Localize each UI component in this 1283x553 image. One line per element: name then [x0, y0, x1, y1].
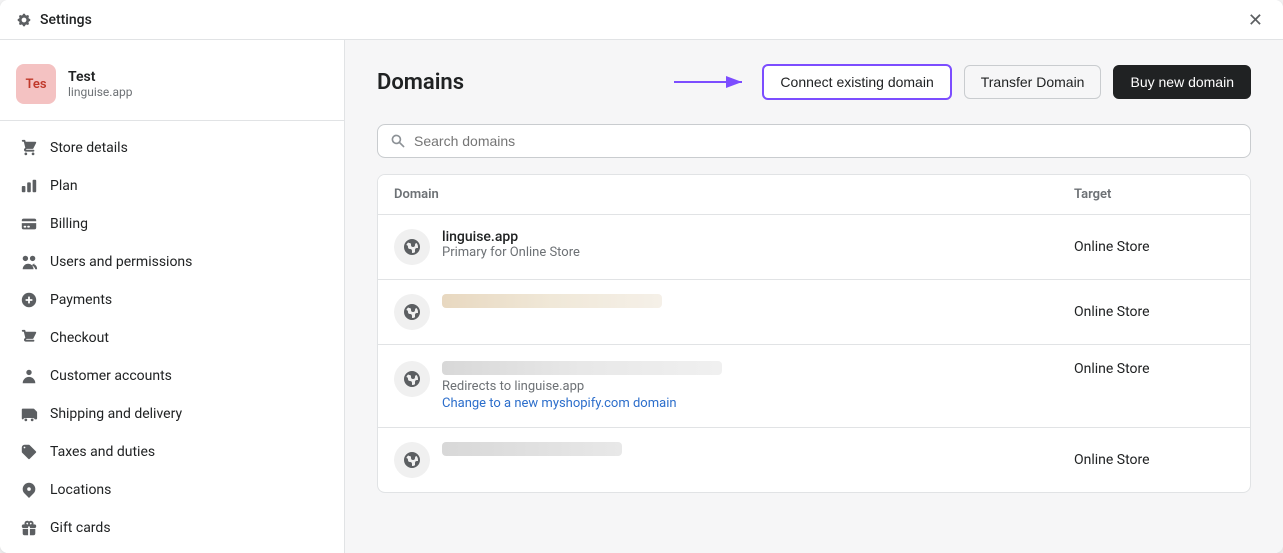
transfer-domain-button[interactable]: Transfer Domain [964, 65, 1102, 99]
domains-table: Domain Target linguise.app Primary fo [377, 174, 1251, 493]
table-row[interactable]: Online Store [378, 280, 1250, 345]
blurred-domain-bar-gray [442, 361, 722, 375]
avatar: Tes [16, 64, 56, 104]
billing-icon [20, 215, 38, 233]
domain-cell [394, 294, 1074, 330]
search-input[interactable] [414, 133, 1238, 149]
table-row[interactable]: Redirects to linguise.app Change to a ne… [378, 345, 1250, 428]
title-bar-title: Settings [40, 12, 92, 28]
sidebar-item-label: Store details [50, 140, 128, 156]
plan-icon [20, 177, 38, 195]
close-button[interactable]: ✕ [1244, 7, 1267, 33]
user-name: Test [68, 69, 132, 85]
domain-cell: Redirects to linguise.app Change to a ne… [394, 361, 1074, 411]
domain-cell [394, 442, 1074, 478]
store-icon [20, 139, 38, 157]
sidebar-item-label: Users and permissions [50, 254, 192, 270]
blurred-domain-bar [442, 294, 662, 308]
domain-info [442, 442, 622, 456]
table-row[interactable]: linguise.app Primary for Online Store On… [378, 215, 1250, 280]
page-header: Domains Connect existing [377, 64, 1251, 100]
users-icon [20, 253, 38, 271]
domain-name: linguise.app [442, 229, 580, 245]
globe-icon [402, 302, 422, 322]
checkout-icon [20, 329, 38, 347]
gift-icon [20, 519, 38, 537]
sidebar-item-users-permissions[interactable]: Users and permissions [0, 243, 344, 281]
target-cell: Online Store [1074, 361, 1234, 377]
target-cell: Online Store [1074, 304, 1234, 320]
arrow-annotation [670, 70, 750, 94]
sidebar-item-billing[interactable]: Billing [0, 205, 344, 243]
search-container [377, 124, 1251, 158]
search-icon [390, 133, 406, 149]
domain-info: Redirects to linguise.app Change to a ne… [442, 361, 722, 411]
gear-icon [16, 12, 32, 28]
taxes-icon [20, 443, 38, 461]
sidebar-item-shipping-delivery[interactable]: Shipping and delivery [0, 395, 344, 433]
shipping-icon [20, 405, 38, 423]
buy-new-domain-button[interactable]: Buy new domain [1113, 65, 1251, 99]
sidebar-item-locations[interactable]: Locations [0, 471, 344, 509]
sidebar-item-label: Billing [50, 216, 88, 232]
sidebar-item-label: Plan [50, 178, 78, 194]
globe-icon-wrapper [394, 294, 430, 330]
sidebar-item-store-details[interactable]: Store details [0, 129, 344, 167]
sidebar-item-markets[interactable]: Markets [0, 547, 344, 553]
user-domain: linguise.app [68, 85, 132, 99]
user-info: Test linguise.app [68, 69, 132, 99]
sidebar-item-plan[interactable]: Plan [0, 167, 344, 205]
sidebar-item-checkout[interactable]: Checkout [0, 319, 344, 357]
sidebar-item-label: Taxes and duties [50, 444, 155, 460]
customer-icon [20, 367, 38, 385]
column-header-domain: Domain [394, 187, 1074, 202]
table-header: Domain Target [378, 175, 1250, 215]
arrow-icon [670, 70, 750, 94]
change-domain-link[interactable]: Change to a new myshopify.com domain [442, 396, 722, 411]
globe-icon-wrapper [394, 229, 430, 265]
payments-icon [20, 291, 38, 309]
target-cell: Online Store [1074, 239, 1234, 255]
globe-icon [402, 369, 422, 389]
sidebar-item-label: Customer accounts [50, 368, 172, 384]
domain-sub-text: Primary for Online Store [442, 245, 580, 260]
sidebar-item-label: Shipping and delivery [50, 406, 182, 422]
target-cell: Online Store [1074, 452, 1234, 468]
domain-info [442, 294, 662, 308]
title-bar: Settings ✕ [0, 0, 1283, 40]
domain-cell: linguise.app Primary for Online Store [394, 229, 1074, 265]
column-header-target: Target [1074, 187, 1234, 202]
sidebar-item-label: Gift cards [50, 520, 111, 536]
sidebar-item-payments[interactable]: Payments [0, 281, 344, 319]
sidebar-item-label: Checkout [50, 330, 109, 346]
locations-icon [20, 481, 38, 499]
content-area: Domains Connect existing [345, 40, 1283, 553]
globe-icon [402, 450, 422, 470]
table-row[interactable]: Online Store [378, 428, 1250, 492]
connect-existing-domain-button[interactable]: Connect existing domain [762, 64, 951, 100]
user-section: Tes Test linguise.app [0, 56, 344, 121]
globe-icon [402, 237, 422, 257]
sidebar-item-label: Payments [50, 292, 112, 308]
sidebar-item-customer-accounts[interactable]: Customer accounts [0, 357, 344, 395]
sidebar-item-taxes-duties[interactable]: Taxes and duties [0, 433, 344, 471]
redirect-text: Redirects to linguise.app [442, 379, 722, 394]
globe-icon-wrapper [394, 442, 430, 478]
header-actions: Connect existing domain Transfer Domain … [670, 64, 1251, 100]
blurred-domain-bar-short [442, 442, 622, 456]
sidebar-item-gift-cards[interactable]: Gift cards [0, 509, 344, 547]
page-title: Domains [377, 70, 464, 95]
globe-icon-wrapper [394, 361, 430, 397]
domain-info: linguise.app Primary for Online Store [442, 229, 580, 260]
title-bar-content: Settings [16, 12, 1244, 28]
sidebar-item-label: Locations [50, 482, 111, 498]
sidebar: Tes Test linguise.app Store details Plan… [0, 40, 345, 553]
